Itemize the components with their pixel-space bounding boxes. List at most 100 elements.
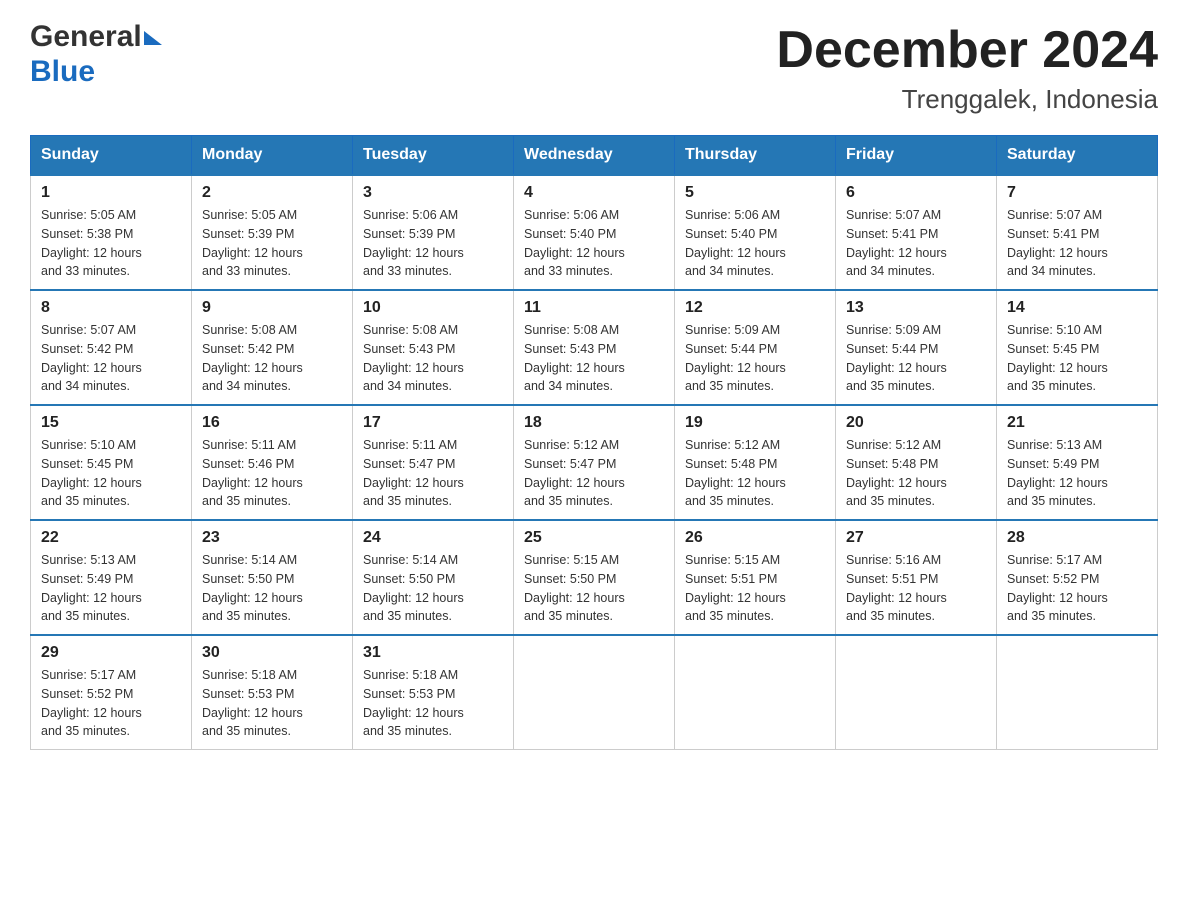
page-subtitle: Trenggalek, Indonesia (776, 84, 1158, 115)
day-number: 6 (846, 184, 986, 202)
daylight-label: Daylight: 12 hours (1007, 476, 1108, 490)
daylight-label: Daylight: 12 hours (202, 246, 303, 260)
col-wednesday: Wednesday (514, 136, 675, 176)
col-thursday: Thursday (675, 136, 836, 176)
daylight-minutes: and 35 minutes. (846, 609, 935, 623)
daylight-label: Daylight: 12 hours (685, 361, 786, 375)
sunrise-label: Sunrise: 5:10 AM (1007, 323, 1102, 337)
daylight-label: Daylight: 12 hours (202, 706, 303, 720)
daylight-label: Daylight: 12 hours (685, 246, 786, 260)
day-number: 28 (1007, 529, 1147, 547)
sunset-label: Sunset: 5:42 PM (202, 342, 294, 356)
day-cell-9: 9 Sunrise: 5:08 AM Sunset: 5:42 PM Dayli… (192, 290, 353, 405)
daylight-label: Daylight: 12 hours (41, 591, 142, 605)
daylight-minutes: and 35 minutes. (524, 609, 613, 623)
daylight-minutes: and 35 minutes. (202, 494, 291, 508)
daylight-minutes: and 34 minutes. (202, 379, 291, 393)
sunset-label: Sunset: 5:53 PM (363, 687, 455, 701)
daylight-label: Daylight: 12 hours (1007, 361, 1108, 375)
daylight-minutes: and 34 minutes. (524, 379, 613, 393)
daylight-minutes: and 35 minutes. (846, 494, 935, 508)
day-info: Sunrise: 5:09 AM Sunset: 5:44 PM Dayligh… (846, 321, 986, 396)
sunrise-label: Sunrise: 5:17 AM (41, 668, 136, 682)
day-info: Sunrise: 5:05 AM Sunset: 5:38 PM Dayligh… (41, 206, 181, 281)
daylight-label: Daylight: 12 hours (524, 246, 625, 260)
day-number: 23 (202, 529, 342, 547)
logo-arrow-icon (144, 31, 162, 45)
day-info: Sunrise: 5:15 AM Sunset: 5:50 PM Dayligh… (524, 551, 664, 626)
day-cell-5: 5 Sunrise: 5:06 AM Sunset: 5:40 PM Dayli… (675, 175, 836, 290)
sunset-label: Sunset: 5:47 PM (363, 457, 455, 471)
day-cell-25: 25 Sunrise: 5:15 AM Sunset: 5:50 PM Dayl… (514, 520, 675, 635)
day-cell-14: 14 Sunrise: 5:10 AM Sunset: 5:45 PM Dayl… (997, 290, 1158, 405)
daylight-label: Daylight: 12 hours (363, 246, 464, 260)
daylight-label: Daylight: 12 hours (1007, 591, 1108, 605)
sunrise-label: Sunrise: 5:05 AM (41, 208, 136, 222)
day-info: Sunrise: 5:08 AM Sunset: 5:43 PM Dayligh… (524, 321, 664, 396)
day-info: Sunrise: 5:15 AM Sunset: 5:51 PM Dayligh… (685, 551, 825, 626)
day-info: Sunrise: 5:18 AM Sunset: 5:53 PM Dayligh… (363, 666, 503, 741)
sunset-label: Sunset: 5:52 PM (41, 687, 133, 701)
sunset-label: Sunset: 5:49 PM (41, 572, 133, 586)
day-info: Sunrise: 5:08 AM Sunset: 5:43 PM Dayligh… (363, 321, 503, 396)
sunrise-label: Sunrise: 5:17 AM (1007, 553, 1102, 567)
day-cell-23: 23 Sunrise: 5:14 AM Sunset: 5:50 PM Dayl… (192, 520, 353, 635)
daylight-label: Daylight: 12 hours (1007, 246, 1108, 260)
day-cell-6: 6 Sunrise: 5:07 AM Sunset: 5:41 PM Dayli… (836, 175, 997, 290)
daylight-label: Daylight: 12 hours (363, 591, 464, 605)
day-cell-8: 8 Sunrise: 5:07 AM Sunset: 5:42 PM Dayli… (31, 290, 192, 405)
day-info: Sunrise: 5:07 AM Sunset: 5:42 PM Dayligh… (41, 321, 181, 396)
sunset-label: Sunset: 5:39 PM (202, 227, 294, 241)
day-info: Sunrise: 5:17 AM Sunset: 5:52 PM Dayligh… (41, 666, 181, 741)
sunset-label: Sunset: 5:49 PM (1007, 457, 1099, 471)
sunrise-label: Sunrise: 5:13 AM (41, 553, 136, 567)
day-info: Sunrise: 5:06 AM Sunset: 5:40 PM Dayligh… (524, 206, 664, 281)
sunrise-label: Sunrise: 5:06 AM (363, 208, 458, 222)
day-number: 12 (685, 299, 825, 317)
day-number: 18 (524, 414, 664, 432)
sunrise-label: Sunrise: 5:14 AM (363, 553, 458, 567)
daylight-minutes: and 34 minutes. (363, 379, 452, 393)
day-cell-11: 11 Sunrise: 5:08 AM Sunset: 5:43 PM Dayl… (514, 290, 675, 405)
day-cell-24: 24 Sunrise: 5:14 AM Sunset: 5:50 PM Dayl… (353, 520, 514, 635)
day-number: 3 (363, 184, 503, 202)
sunset-label: Sunset: 5:40 PM (685, 227, 777, 241)
day-cell-13: 13 Sunrise: 5:09 AM Sunset: 5:44 PM Dayl… (836, 290, 997, 405)
daylight-label: Daylight: 12 hours (202, 361, 303, 375)
day-number: 31 (363, 644, 503, 662)
day-cell-15: 15 Sunrise: 5:10 AM Sunset: 5:45 PM Dayl… (31, 405, 192, 520)
day-cell-20: 20 Sunrise: 5:12 AM Sunset: 5:48 PM Dayl… (836, 405, 997, 520)
daylight-minutes: and 35 minutes. (41, 724, 130, 738)
daylight-minutes: and 35 minutes. (685, 494, 774, 508)
day-number: 8 (41, 299, 181, 317)
daylight-minutes: and 34 minutes. (846, 264, 935, 278)
sunrise-label: Sunrise: 5:05 AM (202, 208, 297, 222)
calendar-table: Sunday Monday Tuesday Wednesday Thursday… (30, 135, 1158, 750)
col-monday: Monday (192, 136, 353, 176)
sunrise-label: Sunrise: 5:07 AM (846, 208, 941, 222)
daylight-minutes: and 34 minutes. (41, 379, 130, 393)
week-row-5: 29 Sunrise: 5:17 AM Sunset: 5:52 PM Dayl… (31, 635, 1158, 750)
sunset-label: Sunset: 5:53 PM (202, 687, 294, 701)
day-info: Sunrise: 5:14 AM Sunset: 5:50 PM Dayligh… (363, 551, 503, 626)
daylight-label: Daylight: 12 hours (685, 591, 786, 605)
empty-cell-w4-d4 (675, 635, 836, 750)
sunrise-label: Sunrise: 5:09 AM (685, 323, 780, 337)
daylight-label: Daylight: 12 hours (202, 476, 303, 490)
day-cell-17: 17 Sunrise: 5:11 AM Sunset: 5:47 PM Dayl… (353, 405, 514, 520)
daylight-label: Daylight: 12 hours (846, 476, 947, 490)
day-info: Sunrise: 5:17 AM Sunset: 5:52 PM Dayligh… (1007, 551, 1147, 626)
day-info: Sunrise: 5:12 AM Sunset: 5:48 PM Dayligh… (846, 436, 986, 511)
sunset-label: Sunset: 5:41 PM (1007, 227, 1099, 241)
day-info: Sunrise: 5:08 AM Sunset: 5:42 PM Dayligh… (202, 321, 342, 396)
sunset-label: Sunset: 5:46 PM (202, 457, 294, 471)
sunset-label: Sunset: 5:41 PM (846, 227, 938, 241)
sunrise-label: Sunrise: 5:11 AM (363, 438, 457, 452)
day-number: 16 (202, 414, 342, 432)
daylight-minutes: and 35 minutes. (202, 609, 291, 623)
sunset-label: Sunset: 5:42 PM (41, 342, 133, 356)
daylight-minutes: and 35 minutes. (685, 379, 774, 393)
week-row-1: 1 Sunrise: 5:05 AM Sunset: 5:38 PM Dayli… (31, 175, 1158, 290)
daylight-minutes: and 35 minutes. (1007, 609, 1096, 623)
sunset-label: Sunset: 5:43 PM (363, 342, 455, 356)
